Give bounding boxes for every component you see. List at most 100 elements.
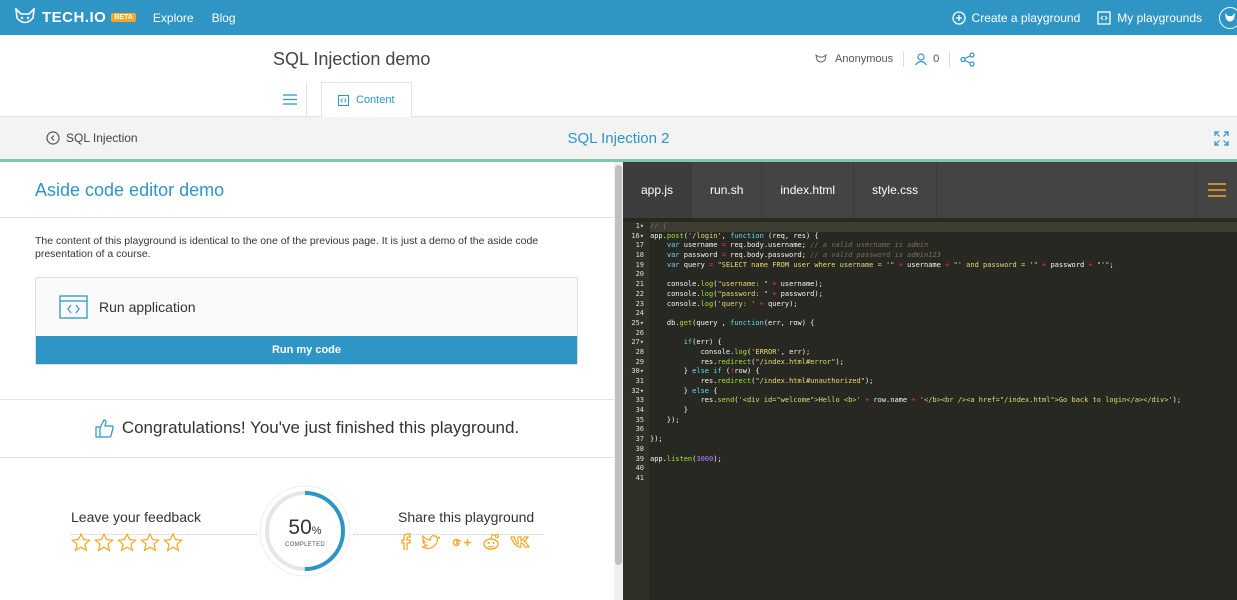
editor-tab-style-css[interactable]: style.css [854,162,938,218]
divider [0,457,614,458]
line-number: 23 [635,299,644,308]
divider [949,51,951,67]
author-name: Anonymous [835,53,894,65]
code-area[interactable]: // {app.post('/login', function (req, re… [650,222,1237,600]
feedback-section: Leave your feedback [71,509,201,552]
logo[interactable]: TECH.IO BETA [14,7,136,28]
playground-meta: Anonymous 0 [815,51,975,67]
divider [0,399,614,400]
line-number: 39 [635,454,644,463]
code-line: // { [650,222,1237,232]
editor-tab-index-html[interactable]: index.html [762,162,855,218]
code-line: db.get(query , function(err, row) { [650,318,815,327]
my-playgrounds-button[interactable]: My playgrounds [1097,11,1202,25]
line-number: 1▾ [635,222,644,230]
playground-tabs: Content [273,82,412,117]
editor-tab-app-js[interactable]: app.js [623,162,693,218]
code-line: console.log("username: " + username); [650,280,823,289]
beta-badge: BETA [111,13,136,22]
tab-content-label: Content [356,94,395,106]
run-application-card: Run application Run my code [35,277,578,365]
plus-circle-icon [951,10,966,25]
top-navbar: TECH.IO BETA Explore Blog Create a playg… [0,0,1237,35]
author[interactable]: Anonymous [815,53,893,65]
star-icon[interactable] [140,533,160,552]
user-avatar[interactable] [1219,6,1237,29]
code-line: var password = req.body.password; // a v… [666,251,941,260]
code-line: }); [650,435,663,444]
code-line: res.redirect("/index.html#unauthorized")… [650,377,874,385]
editor-menu-button[interactable] [1195,162,1237,218]
vk-icon[interactable] [510,535,532,549]
rating-stars [71,533,201,552]
line-number: 28 [635,347,644,356]
facebook-icon[interactable] [398,533,412,551]
fox-author-icon [815,54,827,63]
line-number: 18 [635,251,644,260]
code-window-icon [59,295,88,319]
line-number: 24 [635,309,644,318]
line-number: 41 [635,473,644,482]
progress-caption: COMPLETED [284,542,326,548]
star-icon[interactable] [94,533,114,552]
code-box-icon [1097,10,1111,25]
fullscreen-icon[interactable] [1214,131,1229,146]
code-editor-panel: app.js run.sh index.html style.css 1▾ 16▾ 17 … [623,162,1237,600]
nav-blog[interactable]: Blog [212,11,236,25]
hamburger-icon [1207,183,1226,197]
star-icon[interactable] [117,533,137,552]
menu-button[interactable] [273,82,307,117]
nav-explore[interactable]: Explore [153,11,194,25]
description-text: The content of this playground is identi… [35,235,539,260]
congratulations-message: Congratulations! You've just finished th… [0,418,614,438]
code-line: app.post('/login', function (req, res) { [650,231,819,240]
star-icon[interactable] [71,533,91,552]
line-number: 38 [635,444,644,453]
code-line: } else if (!row) { [650,367,760,376]
code-line: res.send('<div id="welcome">Hello <b>' +… [650,396,1182,405]
scrollbar-thumb[interactable] [615,165,622,565]
line-number: 37 [635,435,644,444]
code-line: app.listen(3000); [650,454,722,463]
line-number: 31 [635,377,644,385]
congratulations-text: Congratulations! You've just finished th… [121,418,520,437]
content-scrollbar[interactable] [614,162,623,600]
line-number: 17 [635,241,644,250]
line-number: 34 [635,406,644,415]
star-icon[interactable] [163,533,183,552]
code-line: }); [650,415,680,424]
reddit-icon[interactable] [481,533,501,551]
share-section: Share this playground [398,509,534,551]
code-box-icon [338,94,349,106]
line-number: 25▾ [631,318,644,327]
tab-content[interactable]: Content [321,82,412,117]
code-line: console.log('ERROR', err); [650,347,811,356]
lesson-content-panel: Aside code editor demo The content of th… [0,162,614,600]
create-playground-label: Create a playground [971,10,1081,25]
divider [0,217,614,218]
twitter-icon[interactable] [421,534,441,551]
create-playground-button[interactable]: Create a playground [951,10,1081,25]
run-my-code-button[interactable]: Run my code [36,336,577,364]
line-number-gutter: 1▾ 16▾ 17 18 19 20 21 22 23 24 25▾ 26 27▾ 28… [623,222,649,600]
brand-name: TECH.IO [42,9,107,26]
share-icon[interactable] [960,51,975,67]
followers-button[interactable]: 0 [914,52,939,66]
google-plus-icon[interactable] [450,535,472,550]
code-line: } else { [650,386,718,395]
line-number: 27▾ [631,338,644,347]
hamburger-icon [283,94,297,105]
run-application-title: Run application [99,299,196,315]
code-line: if(err) { [683,338,722,347]
lesson-bar: SQL Injection SQL Injection 2 [0,117,1237,162]
code-line: console.log("password: " + password); [650,289,823,298]
line-number: 40 [635,464,644,473]
followers-count: 0 [933,53,940,65]
editor-tab-run-sh[interactable]: run.sh [692,162,763,218]
